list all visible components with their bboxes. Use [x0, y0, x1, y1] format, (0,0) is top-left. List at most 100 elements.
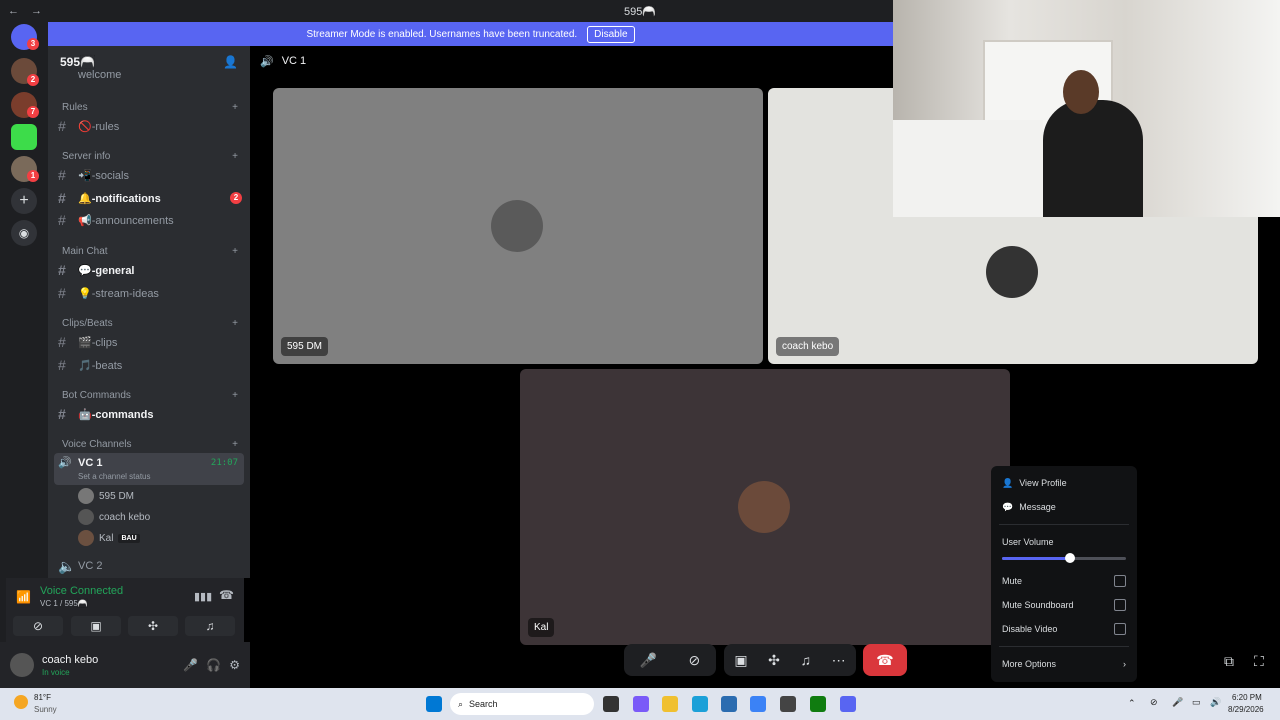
plus-icon[interactable]: + — [232, 246, 238, 257]
category-server-info[interactable]: Server info + — [62, 151, 238, 162]
obs-icon[interactable] — [780, 696, 796, 712]
microphone-icon[interactable]: 🎤 — [183, 658, 198, 672]
xbox-icon[interactable] — [810, 696, 826, 712]
file-explorer-icon[interactable] — [662, 696, 678, 712]
voice-member[interactable]: coach kebo — [78, 508, 150, 526]
voice-channel-path[interactable]: VC 1 / 595🦳 — [40, 599, 88, 608]
channel-announcements[interactable]: # 📢-announcements — [58, 210, 242, 230]
server-name: 595🦳 — [60, 55, 95, 69]
voice-channel-vc2[interactable]: 🔈 VC 2 — [58, 556, 242, 576]
fullscreen-icon[interactable]: ⛶ — [1254, 653, 1264, 670]
disconnect-icon[interactable]: ☎ — [219, 588, 234, 602]
voice-status: Voice Connected — [40, 585, 124, 597]
voice-member[interactable]: Kal BAU — [78, 529, 140, 547]
signal-icon[interactable]: 📶 — [16, 590, 31, 604]
channel-sidebar: 595🦳 👤 welcome Rules + # 🚫-rules Server in… — [48, 46, 250, 578]
soundboard-button[interactable]: ♫ — [185, 616, 235, 636]
add-server-icon[interactable]: + — [11, 188, 37, 214]
channel-clips[interactable]: # 🎬-clips — [58, 332, 242, 352]
add-member-icon[interactable]: 👤 — [223, 55, 238, 69]
channel-rules[interactable]: # 🚫-rules — [58, 116, 242, 136]
checkbox[interactable] — [1114, 575, 1126, 587]
display-icon[interactable]: ▭ — [1192, 697, 1201, 708]
screen-share-icon[interactable]: ▣ — [734, 652, 747, 669]
menu-label: Mute Soundboard — [1002, 600, 1074, 610]
category-label: Main Chat — [62, 246, 108, 257]
checkbox[interactable] — [1114, 599, 1126, 611]
explore-icon[interactable]: ◉ — [11, 220, 37, 246]
network-icon[interactable]: ⊘ — [1150, 697, 1158, 708]
hash-icon: # — [58, 190, 66, 206]
windows-start-icon[interactable] — [426, 696, 442, 712]
category-clips-beats[interactable]: Clips/Beats + — [62, 318, 238, 329]
category-voice-channels[interactable]: Voice Channels + — [62, 439, 238, 450]
avatar[interactable] — [10, 653, 34, 677]
activities-icon[interactable]: ✣ — [768, 652, 780, 669]
noise-suppression-icon[interactable]: ▮▮▮ — [194, 590, 212, 603]
mute-item[interactable]: Mute — [1002, 573, 1126, 589]
channel-beats[interactable]: # 🎵-beats — [58, 355, 242, 375]
voice-channel-vc1[interactable]: 🔊 VC 1 21:07 Set a channel status — [54, 453, 244, 485]
microphone-icon[interactable]: 🎤 — [640, 652, 657, 669]
avatar — [491, 200, 543, 252]
channel-label: VC 2 — [78, 560, 103, 572]
plus-icon[interactable]: + — [232, 439, 238, 450]
menu-label: Mute — [1002, 576, 1023, 586]
plus-icon[interactable]: + — [232, 318, 238, 329]
category-main-chat[interactable]: Main Chat + — [62, 246, 238, 257]
disable-streamer-mode-button[interactable]: Disable — [587, 25, 635, 43]
copilot-icon[interactable] — [633, 696, 649, 712]
outlook-icon[interactable] — [750, 696, 766, 712]
server-icon-3[interactable] — [11, 124, 37, 150]
headphones-icon[interactable]: 🎧 — [206, 658, 221, 672]
video-off-icon[interactable]: ⊘ — [689, 652, 701, 669]
channel-stream-ideas[interactable]: # 💡-stream-ideas — [58, 283, 242, 303]
plus-icon[interactable]: + — [232, 151, 238, 162]
volume-handle[interactable] — [1065, 553, 1076, 563]
volume-slider[interactable] — [1002, 553, 1126, 563]
clock-date[interactable]: 8/29/2026 — [1228, 705, 1264, 714]
disable-video-item[interactable]: Disable Video — [1002, 621, 1126, 637]
task-view-icon[interactable] — [603, 696, 619, 712]
clock-time[interactable]: 6:20 PM — [1232, 693, 1262, 702]
microphone-icon[interactable]: 🎤 — [1172, 697, 1183, 708]
view-profile-item[interactable]: 👤 View Profile — [1002, 475, 1126, 491]
mute-soundboard-item[interactable]: Mute Soundboard — [1002, 597, 1126, 613]
weather-icon[interactable] — [14, 695, 28, 709]
video-tile[interactable]: 595 DM — [273, 88, 763, 364]
user-context-menu: 👤 View Profile 💬 Message User Volume Mute … — [991, 466, 1137, 682]
checkbox[interactable] — [1114, 623, 1126, 635]
voice-member[interactable]: 595 DM — [78, 487, 134, 505]
category-rules[interactable]: Rules + — [62, 102, 238, 113]
vc1-name: VC 1 — [78, 457, 103, 469]
channel-notifications[interactable]: # 🔔-notifications 2 — [58, 188, 242, 208]
chevron-up-icon[interactable]: ⌃ — [1128, 698, 1136, 709]
plus-icon[interactable]: + — [232, 102, 238, 113]
disconnect-button[interactable]: ☎ — [863, 644, 907, 676]
voice-connected-panel: 📶 Voice Connected VC 1 / 595🦳 ▮▮▮ ☎ ⊘ ▣ … — [6, 578, 244, 642]
category-bot-commands[interactable]: Bot Commands + — [62, 390, 238, 401]
channel-welcome[interactable]: welcome — [58, 68, 242, 82]
plus-icon[interactable]: + — [232, 390, 238, 401]
vc1-status[interactable]: Set a channel status — [78, 472, 151, 481]
channel-general[interactable]: # 💬-general — [58, 260, 242, 280]
video-tile[interactable]: Kal — [520, 369, 1010, 645]
more-icon[interactable]: ⋯ — [832, 652, 846, 669]
taskbar-search[interactable]: ⌕ Search — [450, 693, 594, 715]
banner-text: Streamer Mode is enabled. Usernames have… — [306, 28, 578, 40]
discord-taskbar-icon[interactable] — [840, 696, 856, 712]
edge-icon[interactable] — [692, 696, 708, 712]
gear-icon[interactable]: ⚙ — [229, 658, 240, 672]
video-toggle-button[interactable]: ⊘ — [13, 616, 63, 636]
channel-commands[interactable]: # 🤖-commands — [58, 404, 242, 424]
volume-icon[interactable]: 🔊 — [1210, 697, 1221, 708]
screen-share-button[interactable]: ▣ — [71, 616, 121, 636]
category-label: Clips/Beats — [62, 318, 113, 329]
soundboard-icon[interactable]: ♫ — [801, 652, 812, 668]
activities-button[interactable]: ✣ — [128, 616, 178, 636]
message-item[interactable]: 💬 Message — [1002, 499, 1126, 515]
more-options-item[interactable]: More Options › — [1002, 656, 1126, 672]
store-icon[interactable] — [721, 696, 737, 712]
popout-icon[interactable]: ⧉ — [1224, 653, 1234, 670]
channel-socials[interactable]: # 📲-socials — [58, 165, 242, 185]
